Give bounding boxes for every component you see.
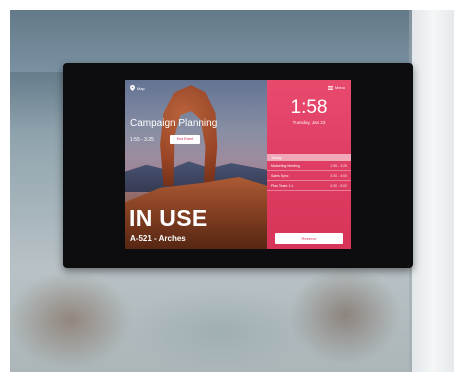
meeting-time: 1:55 - 3:25 — [130, 137, 154, 143]
current-time: 1:58 — [290, 97, 328, 118]
end-event-button[interactable]: End Event — [170, 135, 200, 144]
event-time: 4:30 - 5:00 — [330, 183, 347, 188]
room-status: IN USE — [129, 205, 208, 231]
schedule-header: Today — [267, 154, 351, 161]
schedule-item[interactable]: Plan Team 1:1 4:30 - 5:00 — [267, 181, 351, 191]
map-button[interactable]: Map — [130, 85, 145, 91]
room-name: A-521 - Arches — [130, 234, 186, 243]
map-label: Map — [137, 85, 145, 91]
schedule-item[interactable]: Sales Sync 3:30 - 4:00 — [267, 171, 351, 181]
event-time: 3:30 - 4:00 — [330, 173, 347, 178]
menu-button[interactable]: Menu — [327, 85, 345, 90]
glass-door-frame — [412, 0, 464, 382]
tablet-device: Map Campaign Planning 1:55 - 3:25 End Ev… — [63, 63, 413, 268]
schedule-panel: Menu 1:58 Tuesday, Jan 23 Today Marketin… — [267, 80, 351, 249]
reserve-button[interactable]: Reserve — [275, 233, 343, 244]
schedule-item[interactable]: Marketing Meeting 1:55 - 3:25 — [267, 161, 351, 171]
room-photo: Map Campaign Planning 1:55 - 3:25 End Ev… — [125, 80, 267, 249]
menu-label: Menu — [334, 85, 345, 90]
event-title: Sales Sync — [271, 173, 289, 178]
current-date: Tuesday, Jan 23 — [292, 120, 326, 125]
event-time: 1:55 - 3:25 — [330, 163, 347, 168]
room-display-screen: Map Campaign Planning 1:55 - 3:25 End Ev… — [125, 80, 351, 249]
map-pin-icon — [130, 85, 135, 91]
meeting-title: Campaign Planning — [130, 118, 218, 129]
hamburger-menu-icon — [327, 85, 333, 90]
event-title: Marketing Meeting — [271, 163, 300, 168]
schedule-list: Today Marketing Meeting 1:55 - 3:25 Sale… — [267, 154, 351, 191]
event-title: Plan Team 1:1 — [271, 183, 294, 188]
